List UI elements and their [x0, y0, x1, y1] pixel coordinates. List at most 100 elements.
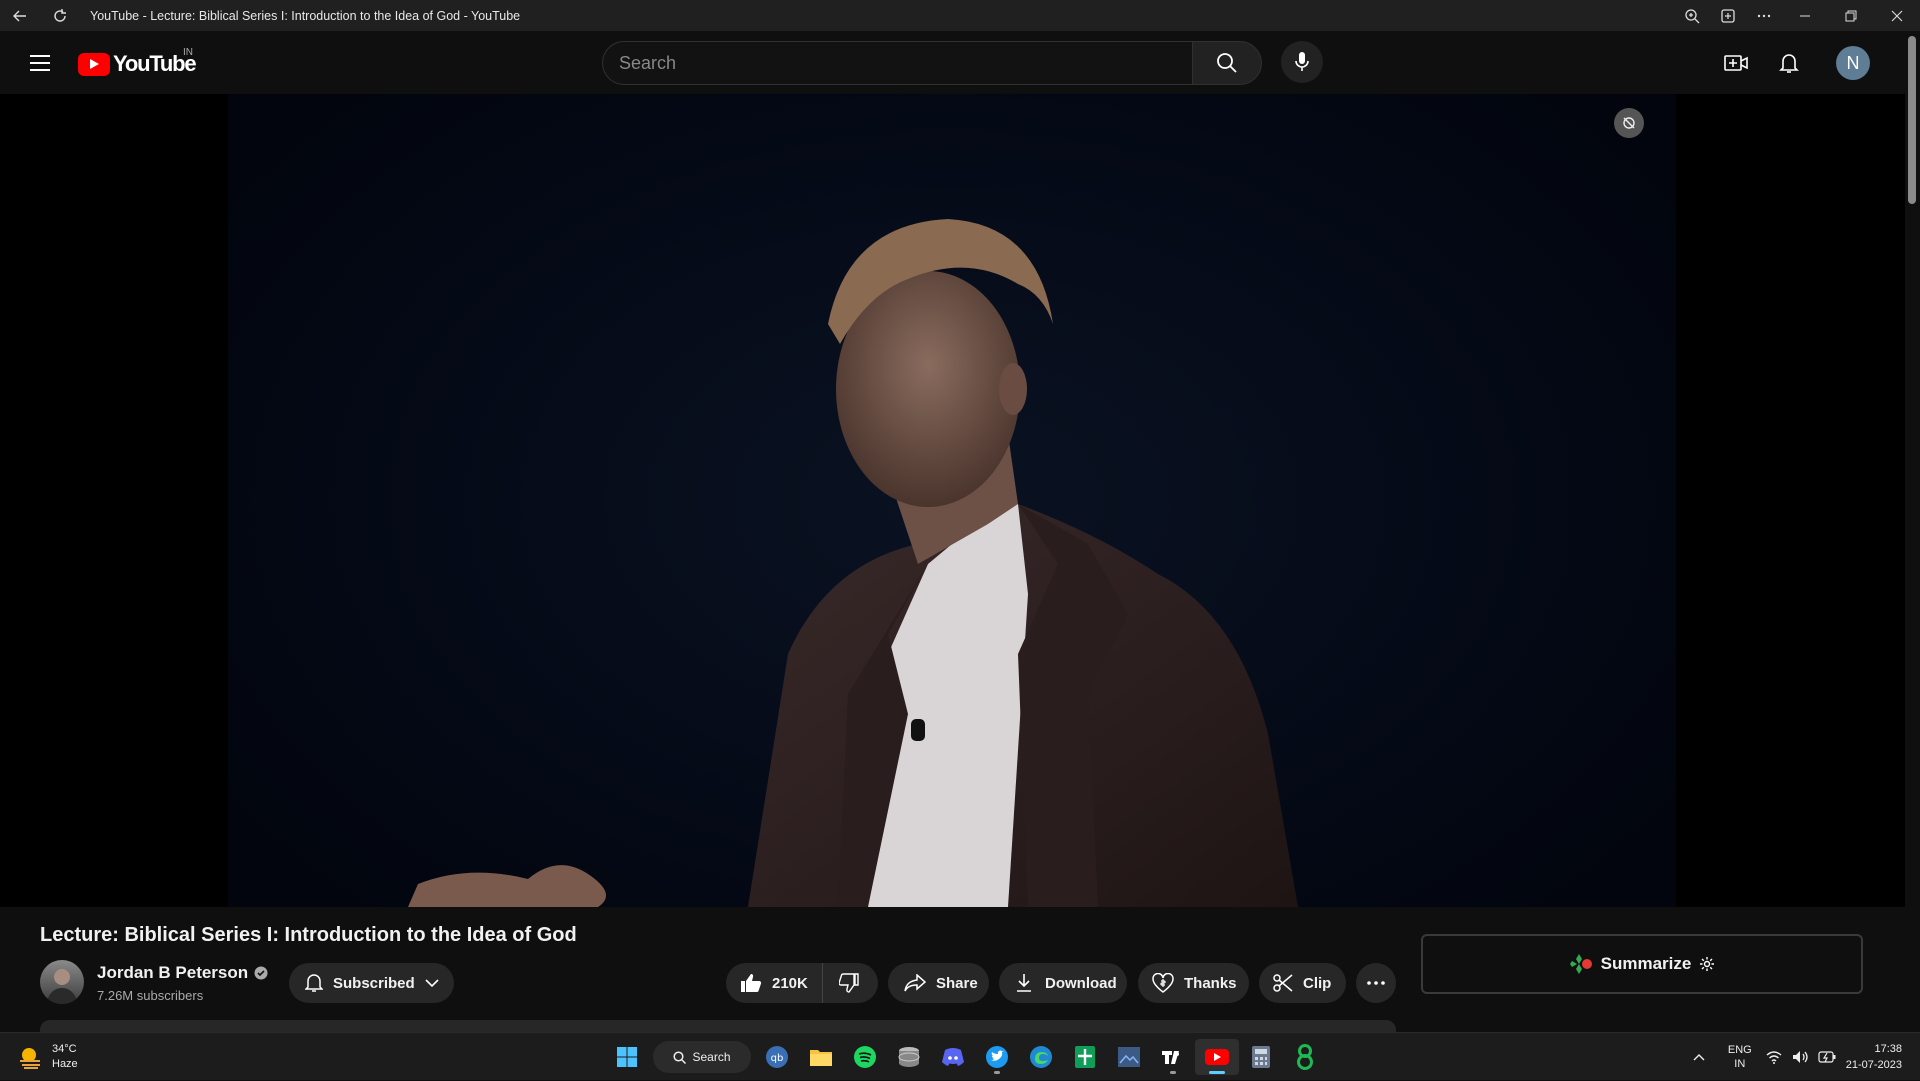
clock-time: 17:38	[1874, 1043, 1902, 1055]
wifi-icon	[1766, 1051, 1782, 1064]
search-button[interactable]	[1192, 41, 1262, 85]
windows-logo-icon	[617, 1047, 637, 1067]
download-button[interactable]: Download	[999, 963, 1127, 1003]
extension-overlay-button[interactable]	[1614, 108, 1644, 138]
twitter-icon	[986, 1046, 1008, 1068]
twitter-app[interactable]	[975, 1039, 1019, 1075]
back-icon[interactable]	[0, 0, 40, 31]
qbittorrent-app[interactable]: qb	[755, 1039, 799, 1075]
calculator-app[interactable]	[1239, 1039, 1283, 1075]
download-label: Download	[1045, 974, 1117, 992]
tab-title: YouTube - Lecture: Biblical Series I: In…	[90, 8, 521, 23]
like-button[interactable]: 210K	[726, 963, 823, 1003]
speaker-figure	[408, 219, 1298, 907]
hamburger-menu-icon[interactable]	[20, 43, 60, 83]
channel-name-text[interactable]: Jordan B Peterson	[97, 963, 248, 983]
chevron-up-icon[interactable]	[1684, 1033, 1714, 1081]
minimize-icon[interactable]	[1782, 0, 1828, 31]
language-secondary: IN	[1734, 1058, 1746, 1070]
like-dislike-group: 210K	[726, 963, 878, 1003]
thanks-label: Thanks	[1184, 974, 1237, 992]
play-logo-icon	[78, 52, 110, 76]
database-icon	[898, 1047, 920, 1067]
search-icon	[1217, 53, 1237, 73]
download-icon	[1015, 973, 1033, 993]
file-explorer-app[interactable]	[799, 1039, 843, 1075]
create-video-button[interactable]	[1716, 43, 1756, 83]
tradingview-app[interactable]	[1151, 1039, 1195, 1075]
tradingview-icon	[1162, 1051, 1179, 1064]
summarize-button[interactable]: Summarize	[1421, 934, 1863, 994]
language-indicator[interactable]: ENG IN	[1728, 1043, 1752, 1071]
taskbar-search[interactable]: Search	[653, 1041, 751, 1073]
volume-icon	[1792, 1051, 1808, 1063]
chevron-down-icon	[425, 978, 439, 988]
scrollbar-thumb[interactable]	[1908, 36, 1916, 204]
discord-icon	[942, 1048, 964, 1066]
restore-icon[interactable]	[1828, 0, 1874, 31]
thumbs-down-icon	[838, 973, 859, 993]
voice-search-button[interactable]	[1281, 41, 1323, 83]
weather-widget[interactable]: 34°C Haze	[18, 1042, 78, 1072]
clock-date: 21-07-2023	[1845, 1059, 1902, 1071]
photo-icon	[1118, 1047, 1140, 1067]
search-icon	[673, 1050, 687, 1064]
spreadsheet-icon	[1075, 1046, 1095, 1068]
system-clock[interactable]: 17:38 21-07-2023	[1846, 1041, 1902, 1073]
bell-icon	[305, 973, 323, 993]
description-box[interactable]	[40, 1020, 1396, 1032]
youtube-logo[interactable]: YouTube IN	[78, 47, 197, 77]
browser-title-bar: YouTube - Lecture: Biblical Series I: In…	[0, 0, 1920, 31]
share-button[interactable]: Share	[888, 963, 989, 1003]
share-label: Share	[936, 974, 978, 992]
subscribed-button[interactable]: Subscribed	[289, 963, 454, 1003]
youtube-app[interactable]	[1195, 1039, 1239, 1075]
youtube-icon	[1205, 1049, 1229, 1065]
language-primary: ENG	[1727, 1044, 1752, 1056]
clip-label: Clip	[1303, 974, 1332, 992]
clip-button[interactable]: Clip	[1259, 963, 1346, 1003]
subscribed-label: Subscribed	[333, 974, 415, 992]
bell-icon	[1779, 54, 1799, 73]
svg-text:qb: qb	[771, 1053, 784, 1064]
sheets-app[interactable]	[1063, 1039, 1107, 1075]
folder-icon	[810, 1050, 832, 1066]
eight-app[interactable]	[1283, 1039, 1327, 1075]
notifications-button[interactable]	[1769, 43, 1809, 83]
system-tray: ENG IN 17:38 21-07-2023	[1684, 1033, 1920, 1081]
subscriber-count: 7.26M subscribers	[97, 988, 204, 1003]
share-arrow-icon	[904, 974, 926, 992]
gear-icon	[1700, 957, 1715, 971]
app-view-icon[interactable]	[1710, 0, 1746, 31]
qbittorrent-icon: qb	[766, 1046, 788, 1068]
verified-icon	[254, 966, 268, 980]
zoom-icon[interactable]	[1674, 0, 1710, 31]
more-actions-button[interactable]	[1356, 963, 1396, 1003]
user-avatar[interactable]: N	[1836, 46, 1870, 80]
sun-haze-icon	[20, 1048, 40, 1069]
start-button[interactable]	[605, 1039, 649, 1075]
close-icon[interactable]	[1874, 0, 1920, 31]
image-app[interactable]	[1107, 1039, 1151, 1075]
video-player[interactable]	[228, 94, 1676, 907]
running-indicator	[1170, 1071, 1176, 1074]
thanks-button[interactable]: Thanks	[1138, 963, 1249, 1003]
spotify-app[interactable]	[843, 1039, 887, 1075]
search-bar	[602, 41, 1262, 85]
edge-icon	[1030, 1046, 1052, 1068]
discord-app[interactable]	[931, 1039, 975, 1075]
channel-name[interactable]: Jordan B Peterson	[97, 963, 268, 983]
more-horizontal-icon	[1367, 981, 1385, 985]
more-options-icon[interactable]	[1746, 0, 1782, 31]
dislike-button[interactable]	[823, 963, 875, 1003]
weather-desc: Haze	[52, 1058, 78, 1070]
reload-icon[interactable]	[40, 0, 80, 31]
search-input[interactable]	[602, 41, 1192, 85]
video-camera-plus-icon	[1724, 55, 1748, 71]
channel-avatar[interactable]	[40, 960, 84, 1004]
microphone-icon	[1295, 52, 1309, 71]
tray-status-icons[interactable]	[1766, 1050, 1836, 1064]
storage-app[interactable]	[887, 1039, 931, 1075]
edge-app[interactable]	[1019, 1039, 1063, 1075]
active-indicator	[1209, 1071, 1225, 1074]
